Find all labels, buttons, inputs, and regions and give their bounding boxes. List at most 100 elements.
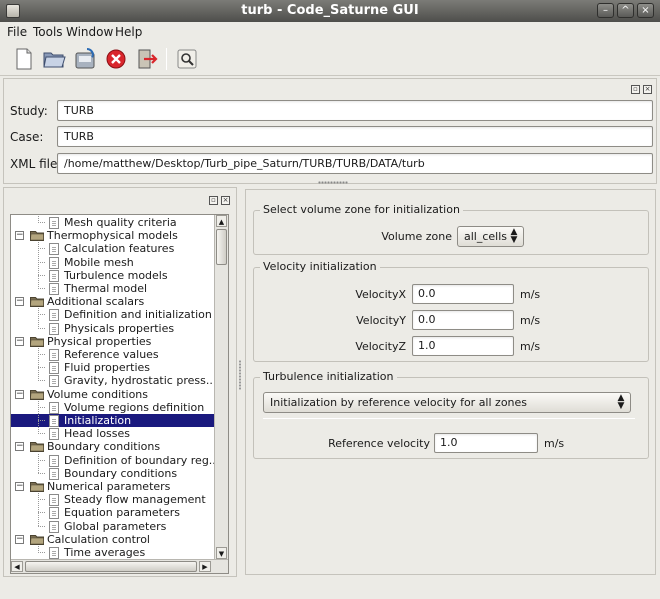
tree-connector [38, 472, 46, 474]
velocity-z-label: VelocityZ [355, 340, 406, 353]
initialization-panel: Select volume zone for initialization Vo… [245, 189, 656, 575]
velocity-y-input[interactable]: 0.0 [412, 310, 514, 330]
menu-file[interactable]: File [7, 25, 27, 39]
study-field[interactable]: TURB [57, 100, 653, 121]
xml-file-field[interactable]: /home/matthew/Desktop/Turb_pipe_Saturn/T… [57, 153, 653, 174]
folder-icon [30, 441, 44, 453]
scroll-up-icon[interactable]: ▲ [216, 215, 227, 227]
velocity-z-input[interactable]: 1.0 [412, 336, 514, 356]
reference-velocity-unit: m/s [544, 437, 565, 450]
tree-leaf-item[interactable]: Definition and initialization [11, 308, 214, 322]
tree-leaf-item[interactable]: Time averages [11, 546, 214, 559]
tree-leaf-item[interactable]: Initialization [11, 414, 214, 427]
tree-leaf-item[interactable]: Definition of boundary reg... [11, 454, 214, 467]
volume-zone-select[interactable]: all_cells ▲ ▼ [457, 226, 524, 247]
tree-leaf-item[interactable]: Gravity, hydrostatic press... [11, 374, 214, 388]
document-icon [49, 217, 59, 229]
folder-icon [30, 296, 44, 308]
tree-connector [38, 493, 39, 527]
menu-window[interactable]: Window [66, 25, 113, 39]
close-icon[interactable]: × [221, 196, 230, 205]
reference-velocity-input[interactable]: 1.0 [434, 433, 538, 453]
tree-folder-item[interactable]: − Physical properties [11, 335, 214, 348]
turbulence-mode-select[interactable]: Initialization by reference velocity for… [263, 392, 631, 413]
float-icon[interactable]: ▫ [209, 196, 218, 205]
collapse-icon[interactable]: − [15, 336, 24, 346]
menu-tools[interactable]: Tools [33, 25, 63, 39]
tree-connector [38, 216, 39, 223]
tree-item-label: Calculation control [47, 532, 150, 546]
tree-folder-item[interactable]: − Additional scalars [11, 295, 214, 308]
menu-help[interactable]: Help [115, 25, 142, 39]
tree-folder-item[interactable]: − Calculation control [11, 533, 214, 546]
horizontal-scrollbar[interactable]: ◀ ▶ [11, 559, 228, 573]
tree-leaf-item[interactable]: Physicals properties [11, 322, 214, 335]
stop-icon[interactable] [104, 47, 128, 71]
maximize-icon[interactable]: ^ [617, 3, 634, 18]
minimize-icon[interactable]: – [597, 3, 614, 18]
new-file-icon[interactable] [12, 47, 36, 71]
menu-bar: File Tools Window Help [0, 22, 660, 42]
hscroll-thumb[interactable] [25, 561, 197, 572]
velocity-group: Velocity initialization VelocityX 0.0 m/… [253, 260, 649, 362]
tree-folder-item[interactable]: − Boundary conditions [11, 440, 214, 453]
collapse-icon[interactable]: − [15, 534, 24, 544]
updown-arrow-icon: ▲ ▼ [617, 393, 625, 411]
exit-icon[interactable] [135, 47, 159, 71]
splitter-handle[interactable] [238, 360, 242, 390]
save-icon[interactable] [73, 47, 97, 71]
dock-resize-grip[interactable] [318, 181, 348, 184]
tree-leaf-item[interactable]: Equation parameters [11, 506, 214, 520]
tree-leaf-item[interactable]: Mobile mesh [11, 256, 214, 269]
toolbar [0, 42, 660, 76]
tree-leaf-item[interactable]: Turbulence models [11, 269, 214, 282]
tree-view[interactable]: Mesh quality criteria − Thermophysical mod… [10, 214, 229, 574]
folder-icon [30, 389, 44, 400]
tree-leaf-item[interactable]: Global parameters [11, 520, 214, 533]
tree-leaf-item[interactable]: Reference values [11, 348, 214, 361]
tree-item-label: Mobile mesh [64, 255, 134, 269]
tree-item-label: Reference values [64, 348, 159, 361]
tree-item-label: Volume regions definition [64, 400, 205, 414]
tree-leaf-item[interactable]: Mesh quality criteria [11, 216, 214, 229]
velocity-x-input[interactable]: 0.0 [412, 284, 514, 304]
collapse-icon[interactable]: − [15, 297, 24, 307]
xml-file-label: XML file: [10, 157, 62, 171]
open-folder-icon[interactable] [42, 47, 66, 71]
tree-leaf-item[interactable]: Steady flow management [11, 493, 214, 507]
velocity-y-label: VelocityY [356, 314, 406, 327]
tree-leaf-item[interactable]: Boundary conditions [11, 467, 214, 480]
tree-leaf-item[interactable]: Head losses [11, 427, 214, 441]
collapse-icon[interactable]: − [15, 442, 24, 452]
collapse-icon[interactable]: − [15, 389, 24, 399]
scroll-down-icon[interactable]: ▼ [216, 547, 227, 559]
tree-folder-item[interactable]: − Volume conditions [11, 388, 214, 401]
browser-dock-buttons: ▫ × [206, 192, 230, 205]
tree-connector [38, 314, 46, 316]
document-icon [49, 269, 59, 282]
vertical-scrollbar[interactable]: ▲ ▼ [214, 215, 228, 559]
tree-leaf-item[interactable]: Volume regions definition [11, 401, 214, 414]
tree-connector [38, 453, 39, 474]
close-icon[interactable]: × [637, 3, 654, 18]
tree-leaf-item[interactable]: Fluid properties [11, 361, 214, 375]
float-icon[interactable]: ▫ [631, 85, 640, 94]
case-label: Case: [10, 130, 44, 144]
collapse-icon[interactable]: − [15, 482, 24, 491]
tree-connector [38, 420, 46, 421]
scroll-thumb[interactable] [216, 229, 227, 265]
close-icon[interactable]: × [643, 85, 652, 94]
tree-leaf-item[interactable]: Thermal model [11, 282, 214, 295]
tree-connector [38, 459, 46, 461]
collapse-icon[interactable]: − [15, 231, 24, 241]
tree-connector [38, 552, 46, 553]
search-icon[interactable] [175, 47, 199, 71]
tree-item-label: Turbulence models [64, 268, 168, 282]
scroll-right-icon[interactable]: ▶ [199, 561, 211, 572]
tree-leaf-item[interactable]: Calculation features [11, 242, 214, 256]
scroll-left-icon[interactable]: ◀ [11, 561, 23, 572]
case-field[interactable]: TURB [57, 126, 653, 147]
tree-folder-item[interactable]: − Numerical parameters [11, 480, 214, 493]
separator [263, 418, 635, 419]
tree-folder-item[interactable]: − Thermophysical models [11, 229, 214, 242]
